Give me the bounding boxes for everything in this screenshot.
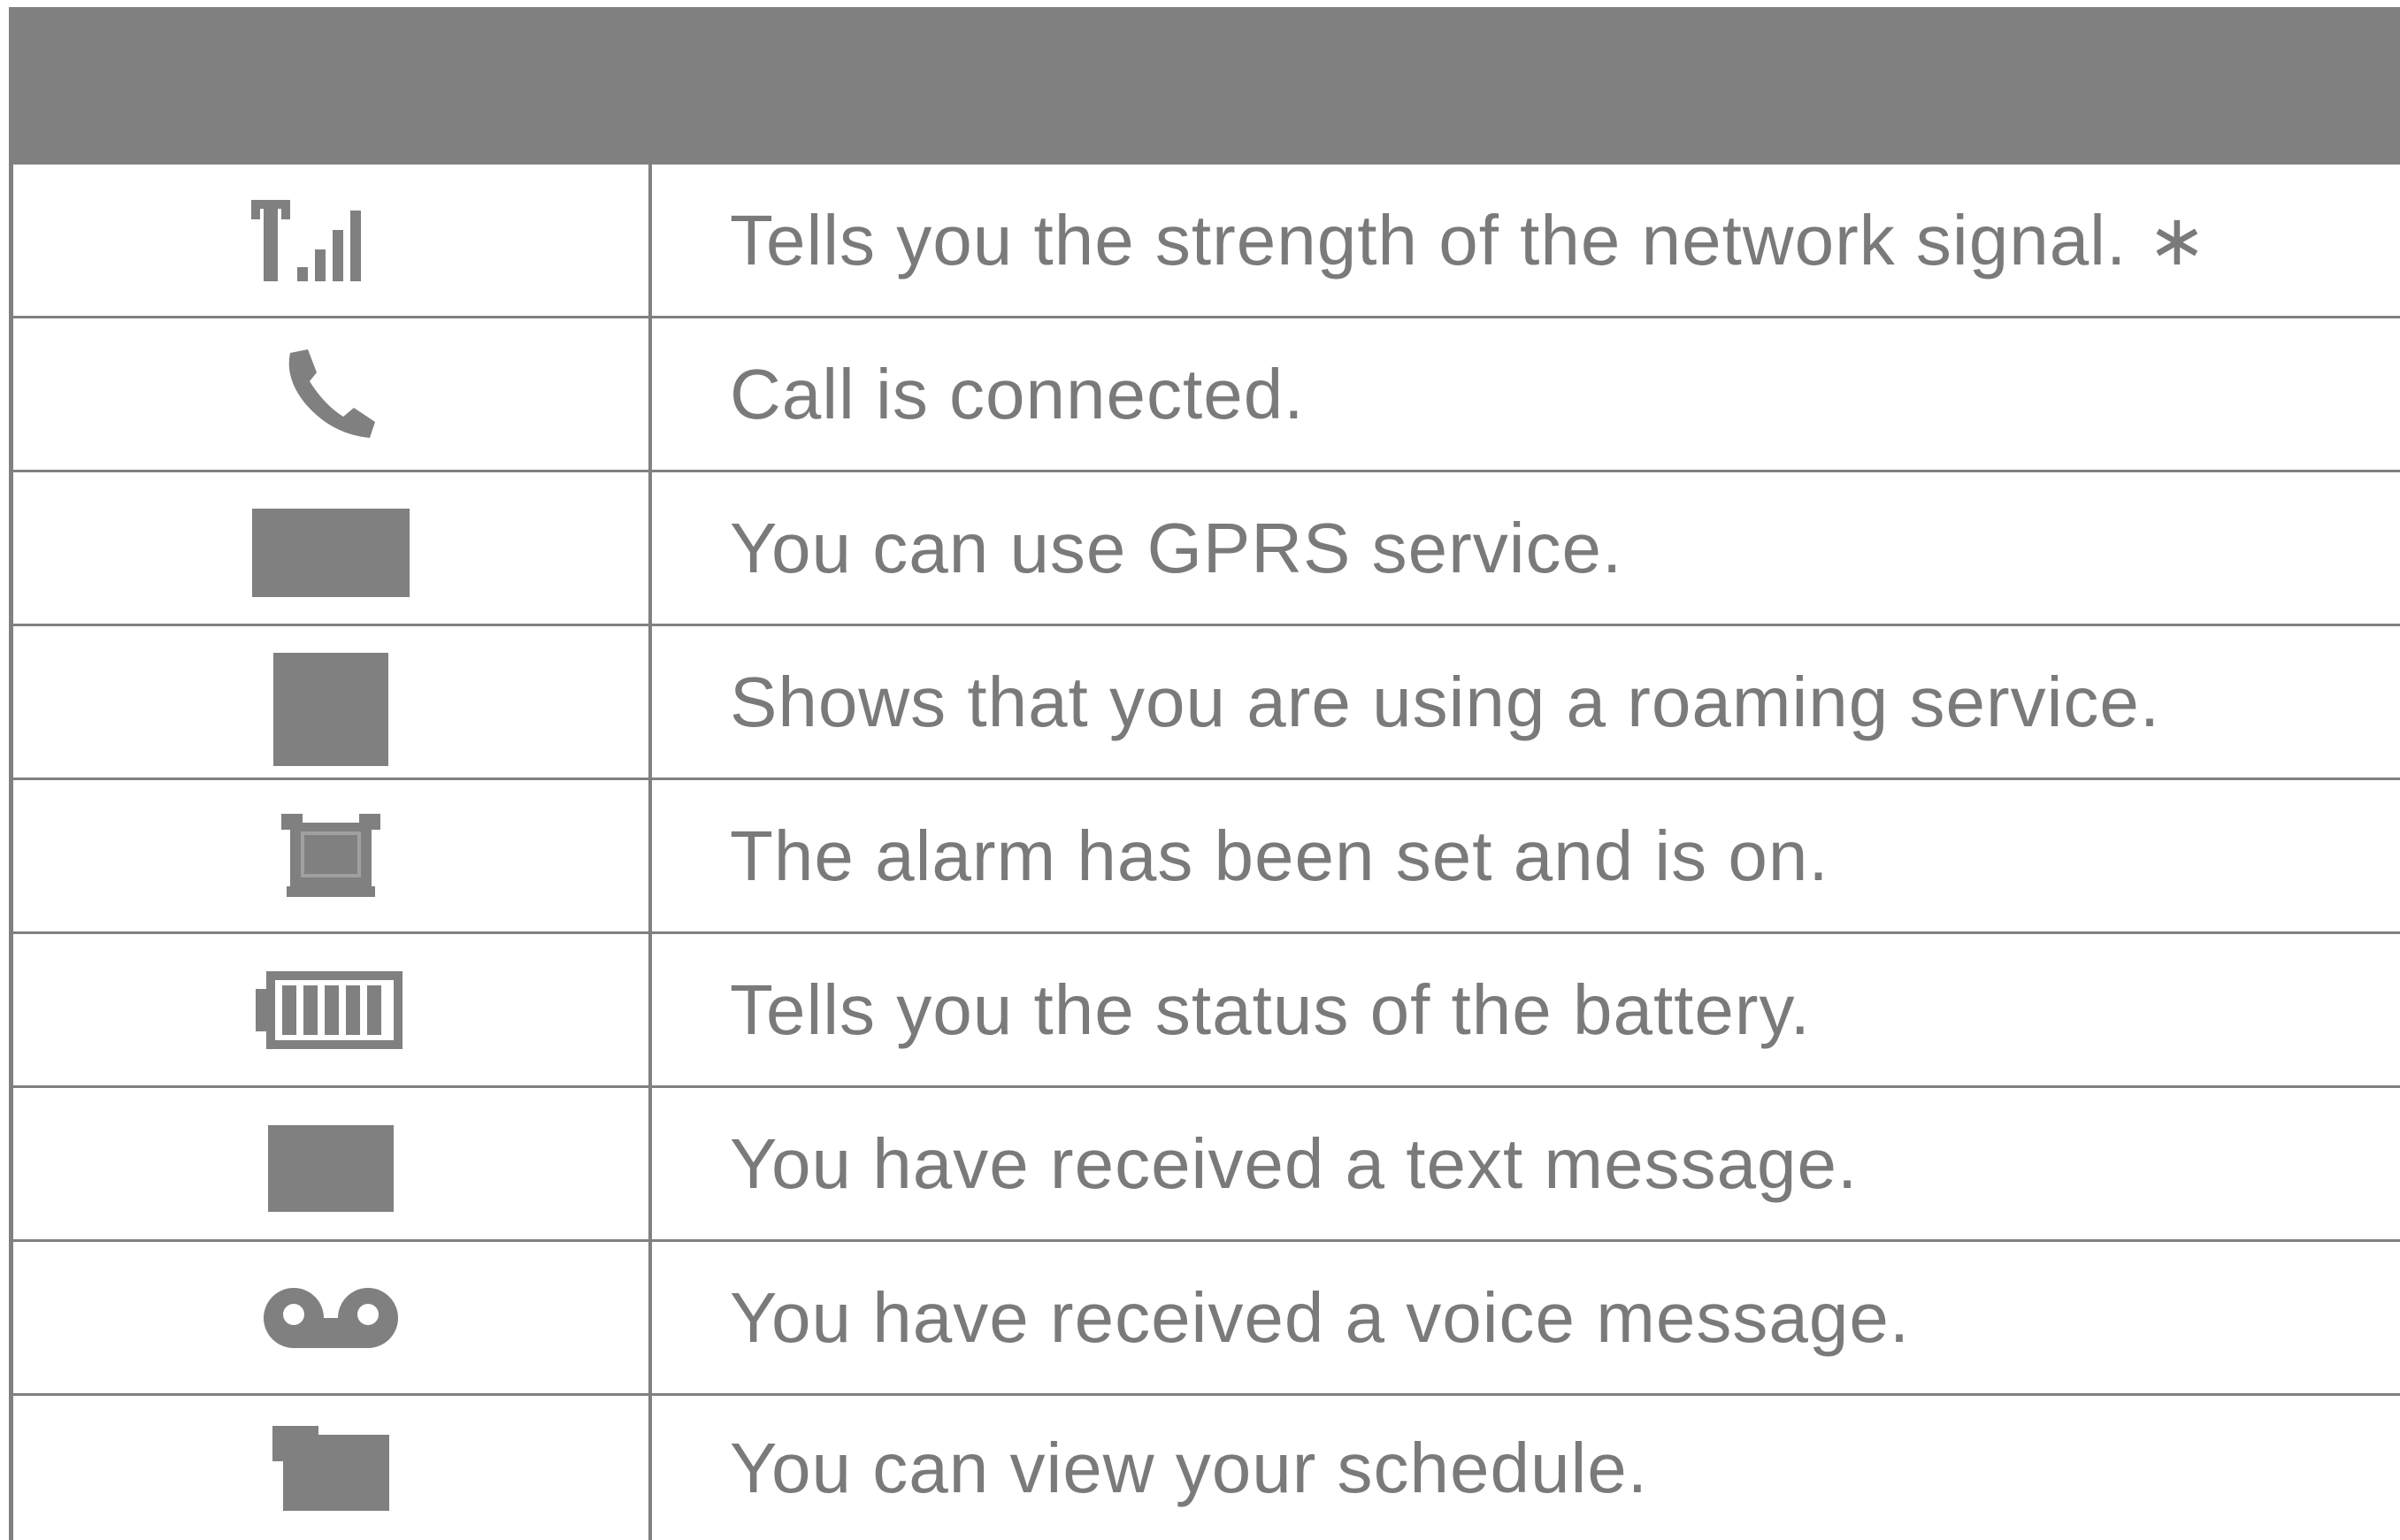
table-row: You can use GPRS service.	[13, 472, 2400, 626]
voice-message-icon	[264, 1287, 398, 1348]
row-description: You can use GPRS service.	[730, 508, 1623, 587]
row-description: You can view your schedule.	[730, 1428, 1649, 1507]
row-description: Shows that you are using a roaming servi…	[730, 662, 2161, 741]
icon-cell	[13, 1088, 652, 1239]
row-description: You have received a text message.	[730, 1123, 1859, 1203]
icon-cell	[13, 1396, 652, 1540]
table-row: You can view your schedule.	[13, 1396, 2400, 1540]
row-description: Tells you the status of the battery.	[730, 969, 1811, 1049]
table-row: The alarm has been set and is on.	[13, 780, 2400, 934]
battery-icon	[256, 970, 403, 1049]
row-description: You have received a voice message.	[730, 1277, 1911, 1357]
gprs-icon	[252, 508, 410, 597]
schedule-icon	[272, 1425, 389, 1511]
icon-cell	[13, 626, 652, 778]
icon-cell	[13, 780, 652, 931]
roaming-icon	[273, 652, 388, 766]
icon-cell	[13, 934, 652, 1085]
icon-cell	[13, 165, 652, 316]
row-description: The alarm has been set and is on.	[730, 816, 1829, 895]
table-row: Tells you the strength of the network si…	[13, 165, 2400, 318]
icon-cell	[13, 318, 652, 470]
table-row: Call is connected.	[13, 318, 2400, 472]
call-connected-icon	[288, 349, 375, 438]
alarm-icon	[281, 813, 380, 897]
table-row: Shows that you are using a roaming servi…	[13, 626, 2400, 780]
icon-cell	[13, 472, 652, 624]
icon-cell	[13, 1242, 652, 1393]
table-row: Tells you the status of the battery.	[13, 934, 2400, 1088]
table-row: You have received a voice message.	[13, 1242, 2400, 1396]
icon-legend-table: Tells you the strength of the network si…	[9, 7, 2400, 1540]
row-description: Call is connected.	[730, 354, 1305, 433]
row-description: Tells you the strength of the network si…	[730, 201, 2208, 280]
table-header-bar	[13, 7, 2400, 165]
table-row: You have received a text message.	[13, 1088, 2400, 1242]
text-message-icon	[268, 1124, 394, 1212]
signal-strength-icon	[251, 199, 361, 281]
